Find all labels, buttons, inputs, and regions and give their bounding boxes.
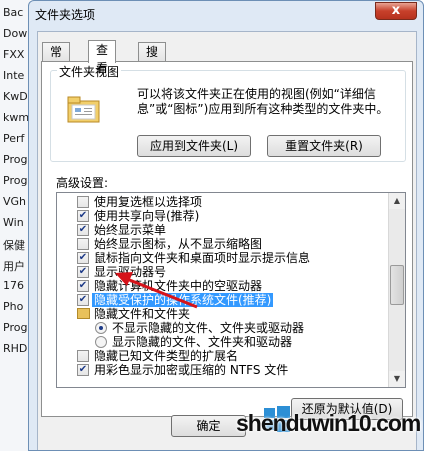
tree-row[interactable]: 隐藏已知文件类型的扩展名 bbox=[57, 349, 387, 363]
tree-scrollbar[interactable]: ▲ ▼ bbox=[388, 193, 405, 387]
bg-item: Prog bbox=[3, 321, 28, 334]
scroll-thumb[interactable] bbox=[390, 265, 404, 305]
scroll-up-arrow-icon[interactable]: ▲ bbox=[389, 193, 405, 209]
tree-row[interactable]: 隐藏文件和文件夹 bbox=[57, 307, 387, 321]
bg-item: 保健 bbox=[3, 239, 25, 252]
checkbox[interactable] bbox=[77, 196, 89, 208]
bg-item: Pho bbox=[3, 300, 24, 313]
bg-item: 176 bbox=[3, 279, 24, 292]
tree-row-label: 使用复选框以选择项 bbox=[94, 195, 203, 209]
tree-row-label: 不显示隐藏的文件、文件夹或驱动器 bbox=[112, 321, 305, 335]
tree-row-label: 隐藏受保护的操作系统文件(推荐) bbox=[92, 293, 274, 307]
folder-views-group: 文件夹视图 可以将该文件夹正在使用的视图(例如“详细信息”或“图标”)应用到所有… bbox=[50, 63, 406, 162]
bg-item: KwD bbox=[3, 90, 28, 103]
tree-row-label: 用彩色显示加密或压缩的 NTFS 文件 bbox=[94, 363, 289, 377]
tree-row-label: 始终显示图标，从不显示缩略图 bbox=[94, 237, 263, 251]
radio-selected[interactable] bbox=[95, 322, 107, 334]
close-button[interactable]: x bbox=[375, 2, 417, 20]
checkbox-checked[interactable]: ✔ bbox=[77, 210, 89, 222]
tree-row[interactable]: 始终显示图标，从不显示缩略图 bbox=[57, 237, 387, 251]
folder-views-description: 可以将该文件夹正在使用的视图(例如“详细信息”或“图标”)应用到所有这种类型的文… bbox=[137, 87, 389, 116]
checkbox-checked[interactable]: ✔ bbox=[77, 294, 89, 306]
tree-row-label: 隐藏已知文件类型的扩展名 bbox=[94, 349, 239, 363]
tree-row-label: 显示驱动器号 bbox=[94, 265, 167, 279]
advanced-settings-tree[interactable]: 使用复选框以选择项 ✔ 使用共享向导(推荐) ✔ 始终显示菜单 始终显示图标，从… bbox=[56, 192, 406, 388]
bg-item: RHD bbox=[3, 342, 28, 355]
folder-views-icon bbox=[67, 96, 100, 123]
tree-row[interactable]: ✔ 用彩色显示加密或压缩的 NTFS 文件 bbox=[57, 363, 387, 377]
tab-search[interactable]: 搜索 bbox=[138, 42, 167, 77]
bg-item: Win bbox=[3, 216, 24, 229]
reset-folders-button[interactable]: 重置文件夹(R) bbox=[267, 135, 381, 157]
tree-row[interactable]: ✔ 始终显示菜单 bbox=[57, 223, 387, 237]
checkbox[interactable] bbox=[77, 350, 89, 362]
checkbox-checked[interactable]: ✔ bbox=[77, 224, 89, 236]
bg-item: FXX bbox=[3, 48, 25, 61]
checkbox-checked[interactable]: ✔ bbox=[77, 252, 89, 264]
ok-button[interactable]: 确定 bbox=[171, 415, 246, 437]
tree-row-selected[interactable]: ✔ 隐藏受保护的操作系统文件(推荐) bbox=[57, 293, 387, 307]
view-tab-panel: 文件夹视图 可以将该文件夹正在使用的视图(例如“详细信息”或“图标”)应用到所有… bbox=[41, 61, 413, 420]
bg-item: Prog bbox=[3, 174, 28, 187]
dialog-client: 常规 查看 搜索 文件夹视图 可以将该文件夹正在使用的视图(例如“详细信息”或“… bbox=[37, 31, 417, 450]
apply-to-folders-button[interactable]: 应用到文件夹(L) bbox=[137, 135, 251, 157]
watermark-text: shenduwin10.com bbox=[236, 410, 421, 436]
radio[interactable] bbox=[95, 336, 107, 348]
tab-general[interactable]: 常规 bbox=[42, 42, 71, 77]
advanced-settings-label: 高级设置: bbox=[56, 176, 109, 190]
watermark: shenduwin10.com bbox=[236, 398, 427, 451]
checkbox-checked[interactable]: ✔ bbox=[77, 364, 89, 376]
bg-item: Inte bbox=[3, 69, 25, 82]
tree-row[interactable]: ✔ 鼠标指向文件夹和桌面项时显示提示信息 bbox=[57, 251, 387, 265]
bg-item: Bac bbox=[3, 6, 24, 19]
bg-item: Perf bbox=[3, 132, 25, 145]
tree-row-label: 隐藏文件和文件夹 bbox=[94, 307, 191, 321]
tree-row[interactable]: ✔ 隐藏计算机文件夹中的空驱动器 bbox=[57, 279, 387, 293]
background-window-list: Bac Dow FXX Inte KwD kwm Perf Prog Prog … bbox=[0, 0, 30, 451]
tree-row[interactable]: 不显示隐藏的文件、文件夹或驱动器 bbox=[57, 321, 387, 335]
tree-row-label: 隐藏计算机文件夹中的空驱动器 bbox=[94, 279, 263, 293]
folder-options-dialog: 文件夹选项 x 常规 查看 搜索 文件夹视图 可以将该文件夹正在使用的视图(例如… bbox=[28, 0, 424, 451]
bg-item: VGh bbox=[3, 195, 27, 208]
bg-item: 用户 bbox=[3, 260, 25, 273]
tab-view[interactable]: 查看 bbox=[88, 40, 117, 75]
tree-row[interactable]: 使用复选框以选择项 bbox=[57, 195, 387, 209]
tree-row-label: 使用共享向导(推荐) bbox=[94, 209, 200, 223]
tree-row-label: 显示隐藏的文件、文件夹和驱动器 bbox=[112, 335, 293, 349]
tree-row-label: 鼠标指向文件夹和桌面项时显示提示信息 bbox=[94, 251, 311, 265]
checkbox-checked[interactable]: ✔ bbox=[77, 280, 89, 292]
tree-row[interactable]: ✔ 显示驱动器号 bbox=[57, 265, 387, 279]
bg-item: kwm bbox=[3, 111, 30, 124]
folder-icon bbox=[77, 308, 90, 319]
bg-item: Dow bbox=[3, 27, 28, 40]
tree-row[interactable]: ✔ 使用共享向导(推荐) bbox=[57, 209, 387, 223]
bg-item: Prog bbox=[3, 153, 28, 166]
tree-row[interactable]: 显示隐藏的文件、文件夹和驱动器 bbox=[57, 335, 387, 349]
dialog-title: 文件夹选项 bbox=[35, 8, 96, 22]
scroll-down-arrow-icon[interactable]: ▼ bbox=[389, 371, 405, 387]
checkbox[interactable] bbox=[77, 238, 89, 250]
folder-views-label: 文件夹视图 bbox=[57, 63, 122, 80]
checkbox-checked[interactable]: ✔ bbox=[77, 266, 89, 278]
tree-row-label: 始终显示菜单 bbox=[94, 223, 167, 237]
